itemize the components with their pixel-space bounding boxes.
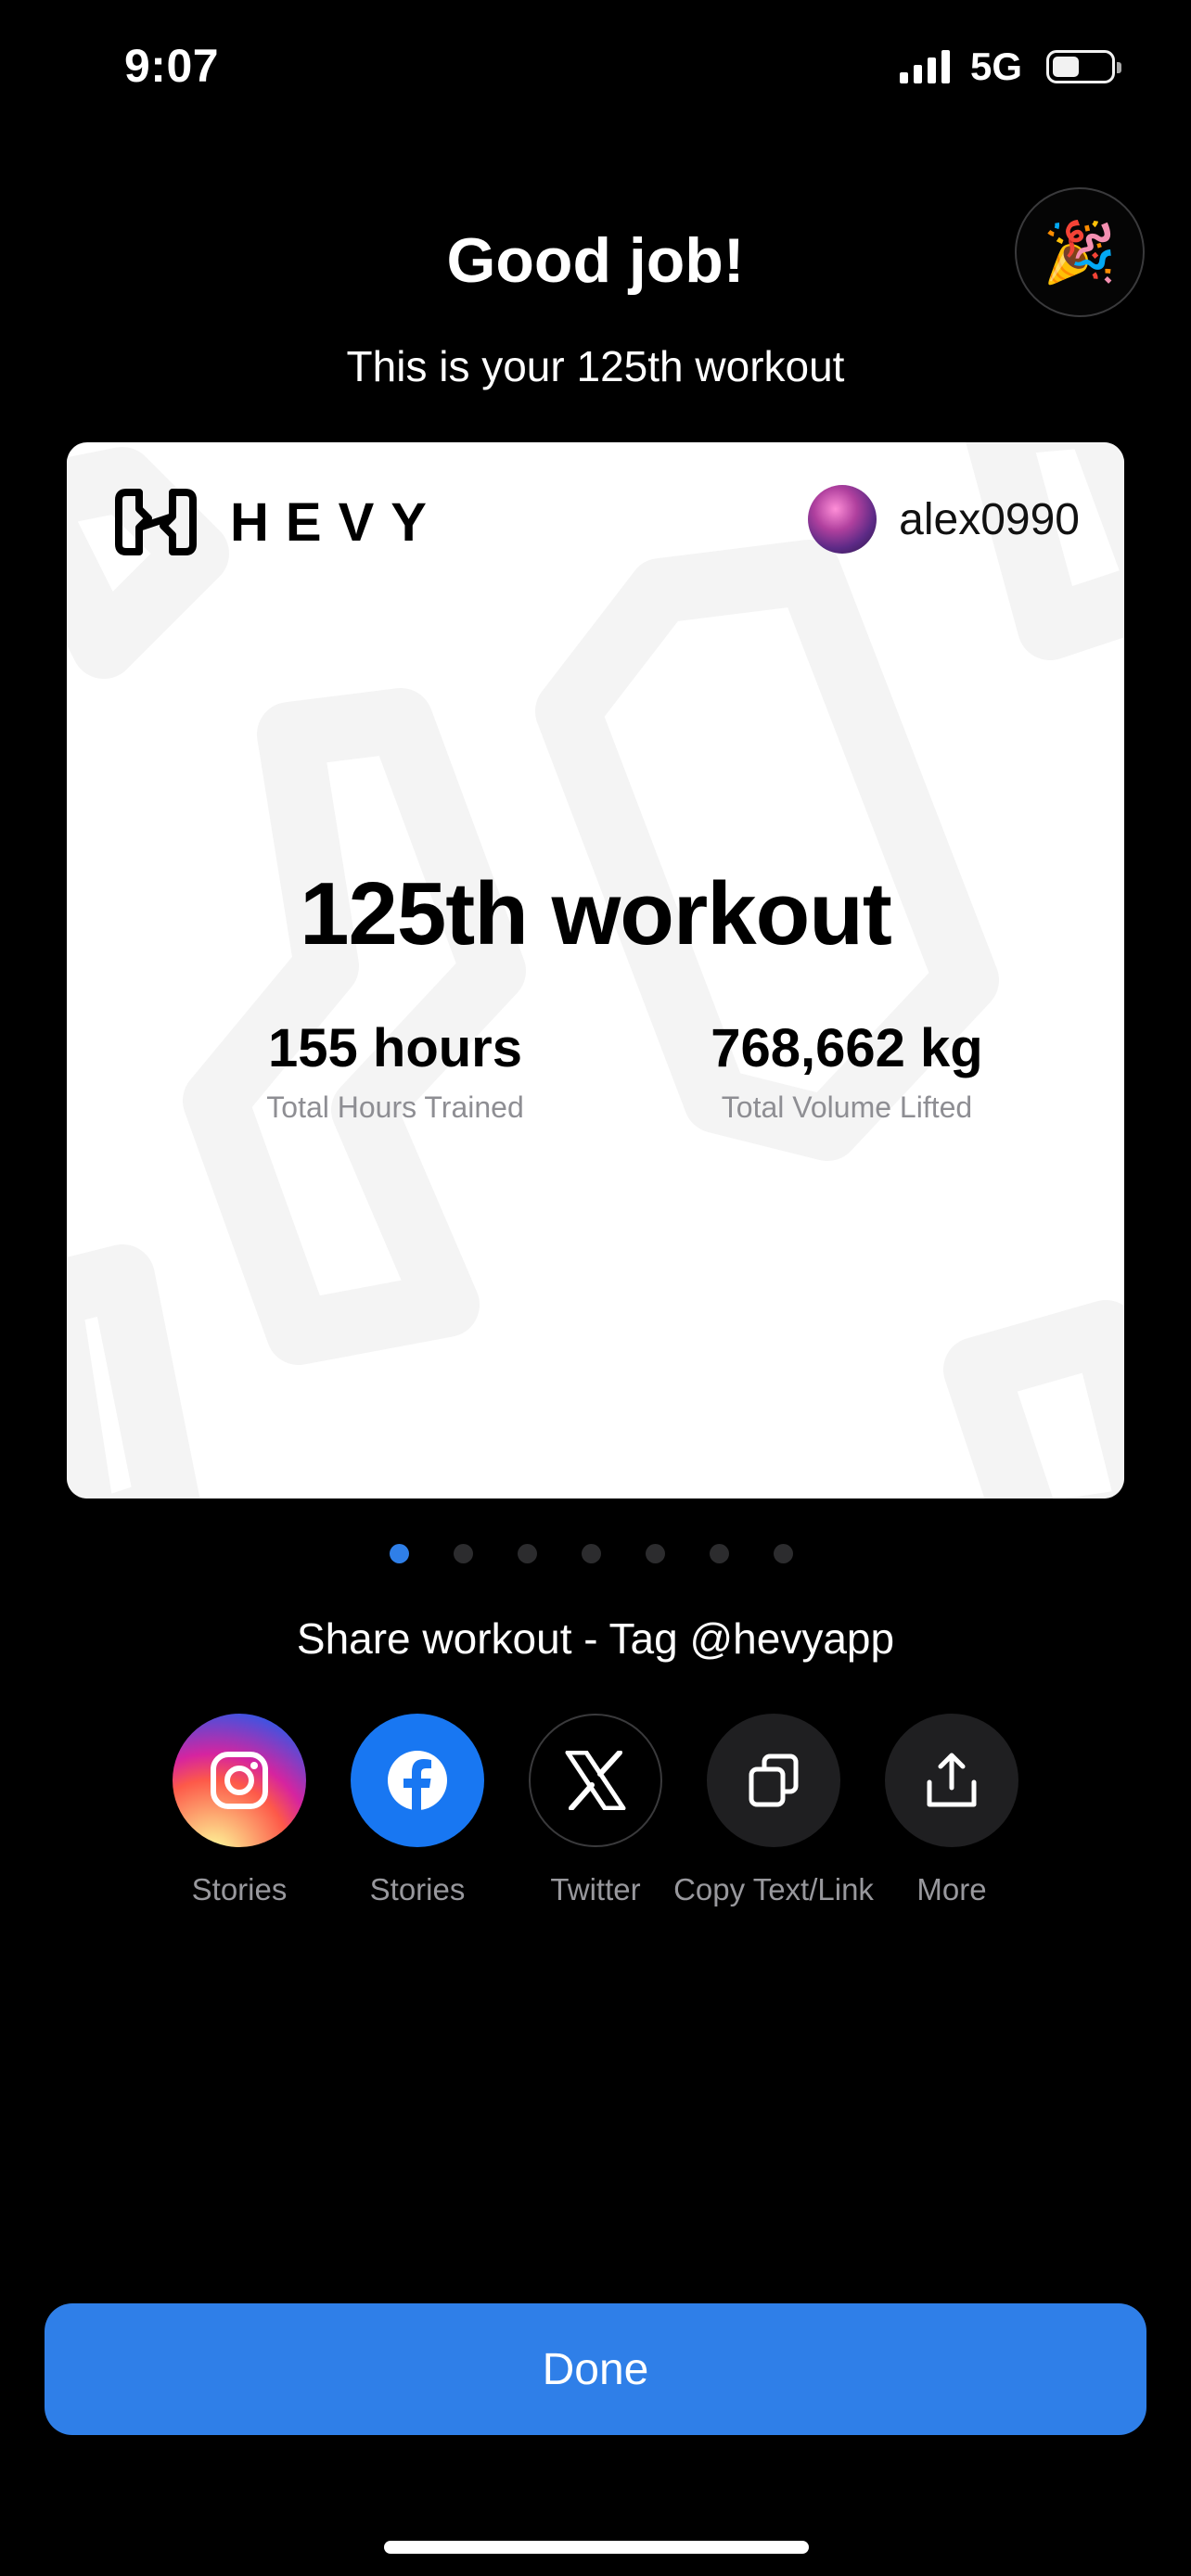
- user-info: alex0990: [808, 485, 1080, 554]
- page-dot[interactable]: [773, 1544, 793, 1563]
- more-button[interactable]: [885, 1714, 1018, 1847]
- instagram-button[interactable]: [173, 1714, 306, 1847]
- page-title: Good job!: [446, 225, 745, 296]
- network-label: 5G: [969, 45, 1022, 88]
- username: alex0990: [899, 494, 1080, 544]
- party-popper-icon: 🎉: [1043, 218, 1117, 286]
- signal-icon: [899, 50, 950, 83]
- page-subtitle: This is your 125th workout: [346, 342, 845, 390]
- stat-value: 768,662 kg: [711, 1018, 983, 1078]
- page-dot[interactable]: [645, 1544, 665, 1563]
- page-dot[interactable]: [389, 1544, 409, 1563]
- hevy-logo: HEVY: [111, 487, 443, 557]
- instagram-icon: [211, 1752, 268, 1809]
- stat-hours: 155 hours Total Hours Trained: [250, 1017, 540, 1125]
- background-watermark: [67, 442, 1124, 1498]
- card-title: 125th workout: [300, 864, 892, 963]
- share-title: Share workout - Tag @hevyapp: [296, 1614, 895, 1663]
- page-indicator[interactable]: [0, 1544, 1191, 1563]
- stat-volume: 768,662 kg Total Volume Lifted: [629, 1017, 1065, 1125]
- twitter-button[interactable]: [529, 1714, 662, 1847]
- status-time: 9:07: [124, 40, 220, 92]
- share-facebook-stories[interactable]: Stories: [351, 1714, 484, 1912]
- share-option-label: More: [916, 1872, 987, 1906]
- workout-share-card[interactable]: HEVY alex0990 125th workout 155 hours To…: [67, 442, 1124, 1498]
- home-indicator[interactable]: [384, 2541, 809, 2554]
- avatar: [808, 485, 877, 554]
- page-dot[interactable]: [709, 1544, 729, 1563]
- copy-button[interactable]: [707, 1714, 840, 1847]
- brand-name: HEVY: [230, 491, 443, 553]
- share-more[interactable]: More: [885, 1714, 1018, 1912]
- stat-label: Total Hours Trained: [266, 1090, 524, 1124]
- share-option-label: Stories: [191, 1872, 288, 1906]
- x-icon: [565, 1751, 626, 1810]
- share-option-label: Copy Text/Link: [673, 1872, 874, 1906]
- battery-icon: [1046, 50, 1121, 83]
- facebook-button[interactable]: [351, 1714, 484, 1847]
- share-icon: [927, 1753, 977, 1807]
- share-copy-link[interactable]: Copy Text/Link: [673, 1714, 874, 1912]
- page-dot[interactable]: [517, 1544, 537, 1563]
- page-dot[interactable]: [453, 1544, 473, 1563]
- done-button[interactable]: Done: [45, 2303, 1146, 2435]
- share-twitter[interactable]: Twitter: [529, 1714, 662, 1912]
- copy-icon: [749, 1753, 799, 1807]
- facebook-icon: [388, 1751, 447, 1812]
- share-options: Stories Stories Twitter Copy Text/Link M…: [173, 1714, 1018, 1912]
- stat-label: Total Volume Lifted: [721, 1090, 973, 1124]
- hevy-logo-icon: [115, 489, 197, 555]
- status-indicators: 5G: [899, 45, 1121, 89]
- page-dot[interactable]: [581, 1544, 601, 1563]
- stat-value: 155 hours: [268, 1018, 522, 1078]
- share-option-label: Stories: [369, 1872, 466, 1906]
- share-option-label: Twitter: [550, 1872, 641, 1906]
- share-instagram-stories[interactable]: Stories: [173, 1714, 306, 1912]
- celebration-button[interactable]: 🎉: [1015, 187, 1145, 317]
